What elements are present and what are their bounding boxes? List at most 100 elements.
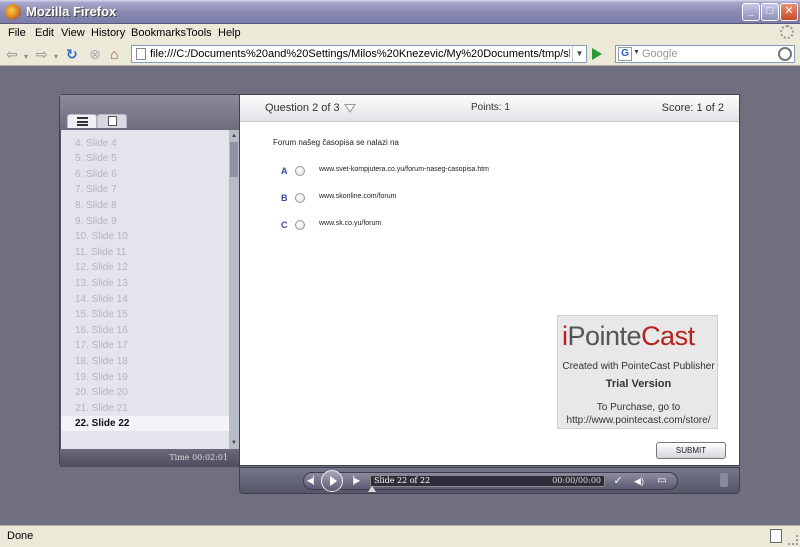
pointecast-player: 3. Slide 34. Slide 45. Slide 56. Slide 6… bbox=[59, 94, 740, 495]
slide-list-item[interactable]: 7. Slide 7 bbox=[75, 182, 117, 197]
slide-list-item[interactable]: 18. Slide 18 bbox=[75, 354, 128, 369]
watermark-purchase: To Purchase, go to bbox=[596, 402, 681, 413]
slide-list-item[interactable]: 20. Slide 20 bbox=[75, 385, 128, 400]
slide-list-item[interactable]: 15. Slide 15 bbox=[75, 307, 128, 322]
menu-bookmarks[interactable]: Bookmarks bbox=[131, 27, 186, 39]
slide-list-item[interactable]: 11. Slide 11 bbox=[75, 245, 126, 260]
search-bar[interactable]: G ▼ Google bbox=[615, 45, 795, 63]
slide-panel: 3. Slide 34. Slide 45. Slide 56. Slide 6… bbox=[59, 94, 240, 467]
slide-list-item[interactable]: 13. Slide 13 bbox=[75, 276, 128, 291]
scroll-down-icon[interactable]: ▼ bbox=[230, 438, 238, 448]
progress-marker[interactable] bbox=[368, 486, 376, 492]
close-button[interactable]: ✕ bbox=[780, 3, 798, 21]
url-text: file:///C:/Documents%20and%20Settings/Mi… bbox=[150, 48, 570, 60]
menu-edit[interactable]: Edit bbox=[35, 27, 54, 39]
page-status-icon bbox=[770, 529, 782, 543]
throbber-icon bbox=[780, 25, 794, 39]
lock-icon bbox=[720, 473, 728, 487]
search-icon[interactable] bbox=[778, 47, 792, 61]
check-icon[interactable]: ✓ bbox=[610, 474, 626, 488]
minimize-button[interactable]: _ bbox=[742, 3, 760, 21]
progress-bar[interactable]: Slide 22 of 22 00:00/00:00 bbox=[368, 475, 605, 492]
slide-list-item[interactable]: 19. Slide 19 bbox=[75, 370, 128, 385]
score-label: Score: 1 of 2 bbox=[661, 102, 724, 114]
pointecast-watermark: iPointeCast Created with PointeCast Publ… bbox=[557, 315, 718, 429]
resize-grip-icon[interactable] bbox=[788, 535, 798, 545]
answer-radio[interactable] bbox=[295, 220, 305, 230]
quiz-header: Question 2 of 3 Points: 1 Score: 1 of 2 bbox=[240, 95, 739, 122]
slide-list-item[interactable]: 12. Slide 12 bbox=[75, 260, 128, 275]
status-bar: Done bbox=[0, 525, 800, 547]
time-bar: Time 00:02:01 bbox=[60, 449, 240, 467]
points-label: Points: 1 bbox=[471, 102, 510, 113]
url-dropdown-icon[interactable]: ▼ bbox=[572, 46, 586, 62]
slide-list-scrollbar[interactable]: ▲ ▼ bbox=[229, 130, 239, 449]
slide-list-item[interactable]: 14. Slide 14 bbox=[75, 292, 128, 307]
answer-text: www.sk.co.yu/forum bbox=[319, 220, 382, 227]
menu-tools[interactable]: Tools bbox=[186, 27, 212, 39]
back-dropdown-icon[interactable]: ▾ bbox=[24, 49, 28, 65]
answer-option-a[interactable]: A www.svet-kompjutera.co.yu/forum-naseg-… bbox=[240, 165, 739, 179]
firefox-icon bbox=[5, 4, 21, 20]
slide-list-item[interactable]: 4. Slide 4 bbox=[75, 136, 117, 151]
slide-list-item[interactable]: 10. Slide 10 bbox=[75, 229, 128, 244]
answer-text: www.skonline.com/forum bbox=[319, 193, 397, 200]
home-icon[interactable]: ⌂ bbox=[110, 46, 118, 62]
slide-list-item[interactable]: 9. Slide 9 bbox=[75, 214, 117, 229]
control-pill: ◀▏ ▕▶ Slide 22 of 22 00:00/00:00 ✓ ◀) ▭ bbox=[303, 470, 678, 492]
title-bar: Mozilla Firefox _ □ ✕ bbox=[0, 0, 800, 24]
maximize-button[interactable]: □ bbox=[761, 3, 779, 21]
slide-list-item[interactable]: 16. Slide 16 bbox=[75, 323, 128, 338]
play-button[interactable] bbox=[321, 470, 343, 492]
question-counter: Question 2 of 3 bbox=[265, 102, 340, 114]
answer-option-c[interactable]: C www.sk.co.yu/forum bbox=[240, 219, 739, 233]
screen-icon[interactable]: ▭ bbox=[654, 474, 670, 488]
slide-list-item[interactable]: 5. Slide 5 bbox=[75, 151, 117, 166]
answer-letter: A bbox=[281, 166, 288, 176]
status-text: Done bbox=[7, 530, 34, 542]
slide-list-item[interactable]: 22. Slide 22 bbox=[61, 416, 229, 432]
menu-view[interactable]: View bbox=[61, 27, 85, 39]
navigation-toolbar: ⇦ ▾ ⇨ ▾ ↻ ⊗ ⌂ file:///C:/Documents%20and… bbox=[0, 42, 800, 66]
volume-icon[interactable]: ◀) bbox=[631, 474, 647, 488]
tab-thumbnails[interactable] bbox=[97, 114, 127, 128]
search-placeholder: Google bbox=[642, 48, 678, 60]
slide-list-item[interactable]: 3. Slide 3 bbox=[75, 130, 117, 135]
slide-position: Slide 22 of 22 bbox=[374, 476, 431, 485]
go-icon[interactable] bbox=[592, 48, 602, 60]
slide-list-item[interactable]: 6. Slide 6 bbox=[75, 167, 117, 182]
question-text: Forum našeg časopisa se nalazi na bbox=[273, 138, 399, 147]
slide-list-item[interactable]: 8. Slide 8 bbox=[75, 198, 117, 213]
answer-radio[interactable] bbox=[295, 166, 305, 176]
menu-history[interactable]: History bbox=[91, 27, 125, 39]
page-icon bbox=[136, 48, 146, 60]
menu-file[interactable]: File bbox=[8, 27, 26, 39]
playback-time: 00:00/00:00 bbox=[552, 476, 601, 485]
back-icon[interactable]: ⇦ bbox=[6, 46, 18, 62]
previous-icon[interactable]: ◀▏ bbox=[305, 474, 321, 488]
scroll-up-icon[interactable]: ▲ bbox=[230, 131, 238, 141]
menu-help[interactable]: Help bbox=[218, 27, 241, 39]
slide-list-item[interactable]: 17. Slide 17 bbox=[75, 338, 128, 353]
player-controls: ◀▏ ▕▶ Slide 22 of 22 00:00/00:00 ✓ ◀) ▭ bbox=[239, 467, 740, 494]
forward-dropdown-icon[interactable]: ▾ bbox=[54, 49, 58, 65]
scrollbar-thumb[interactable] bbox=[230, 142, 238, 177]
quiz-panel: Question 2 of 3 Points: 1 Score: 1 of 2 … bbox=[239, 94, 740, 466]
pointecast-logo: iPointeCast bbox=[562, 321, 695, 351]
answer-letter: C bbox=[281, 220, 288, 230]
answer-text: www.svet-kompjutera.co.yu/forum-naseg-ca… bbox=[319, 166, 490, 173]
search-engine-dropdown-icon[interactable]: ▼ bbox=[633, 49, 640, 56]
question-dropdown-icon[interactable] bbox=[344, 104, 356, 113]
slide-list-item[interactable]: 21. Slide 21 bbox=[75, 401, 128, 416]
answer-option-b[interactable]: B www.skonline.com/forum bbox=[240, 192, 739, 206]
search-engine-icon[interactable]: G bbox=[618, 47, 632, 61]
answer-radio[interactable] bbox=[295, 193, 305, 203]
submit-button[interactable]: SUBMIT bbox=[656, 442, 726, 459]
elapsed-time: Time 00:02:01 bbox=[169, 453, 228, 462]
forward-icon[interactable]: ⇨ bbox=[36, 46, 48, 62]
next-icon[interactable]: ▕▶ bbox=[346, 474, 362, 488]
reload-icon[interactable]: ↻ bbox=[66, 46, 78, 62]
url-bar[interactable]: file:///C:/Documents%20and%20Settings/Mi… bbox=[131, 45, 587, 63]
stop-icon[interactable]: ⊗ bbox=[89, 46, 101, 62]
tab-outline[interactable] bbox=[67, 114, 97, 128]
